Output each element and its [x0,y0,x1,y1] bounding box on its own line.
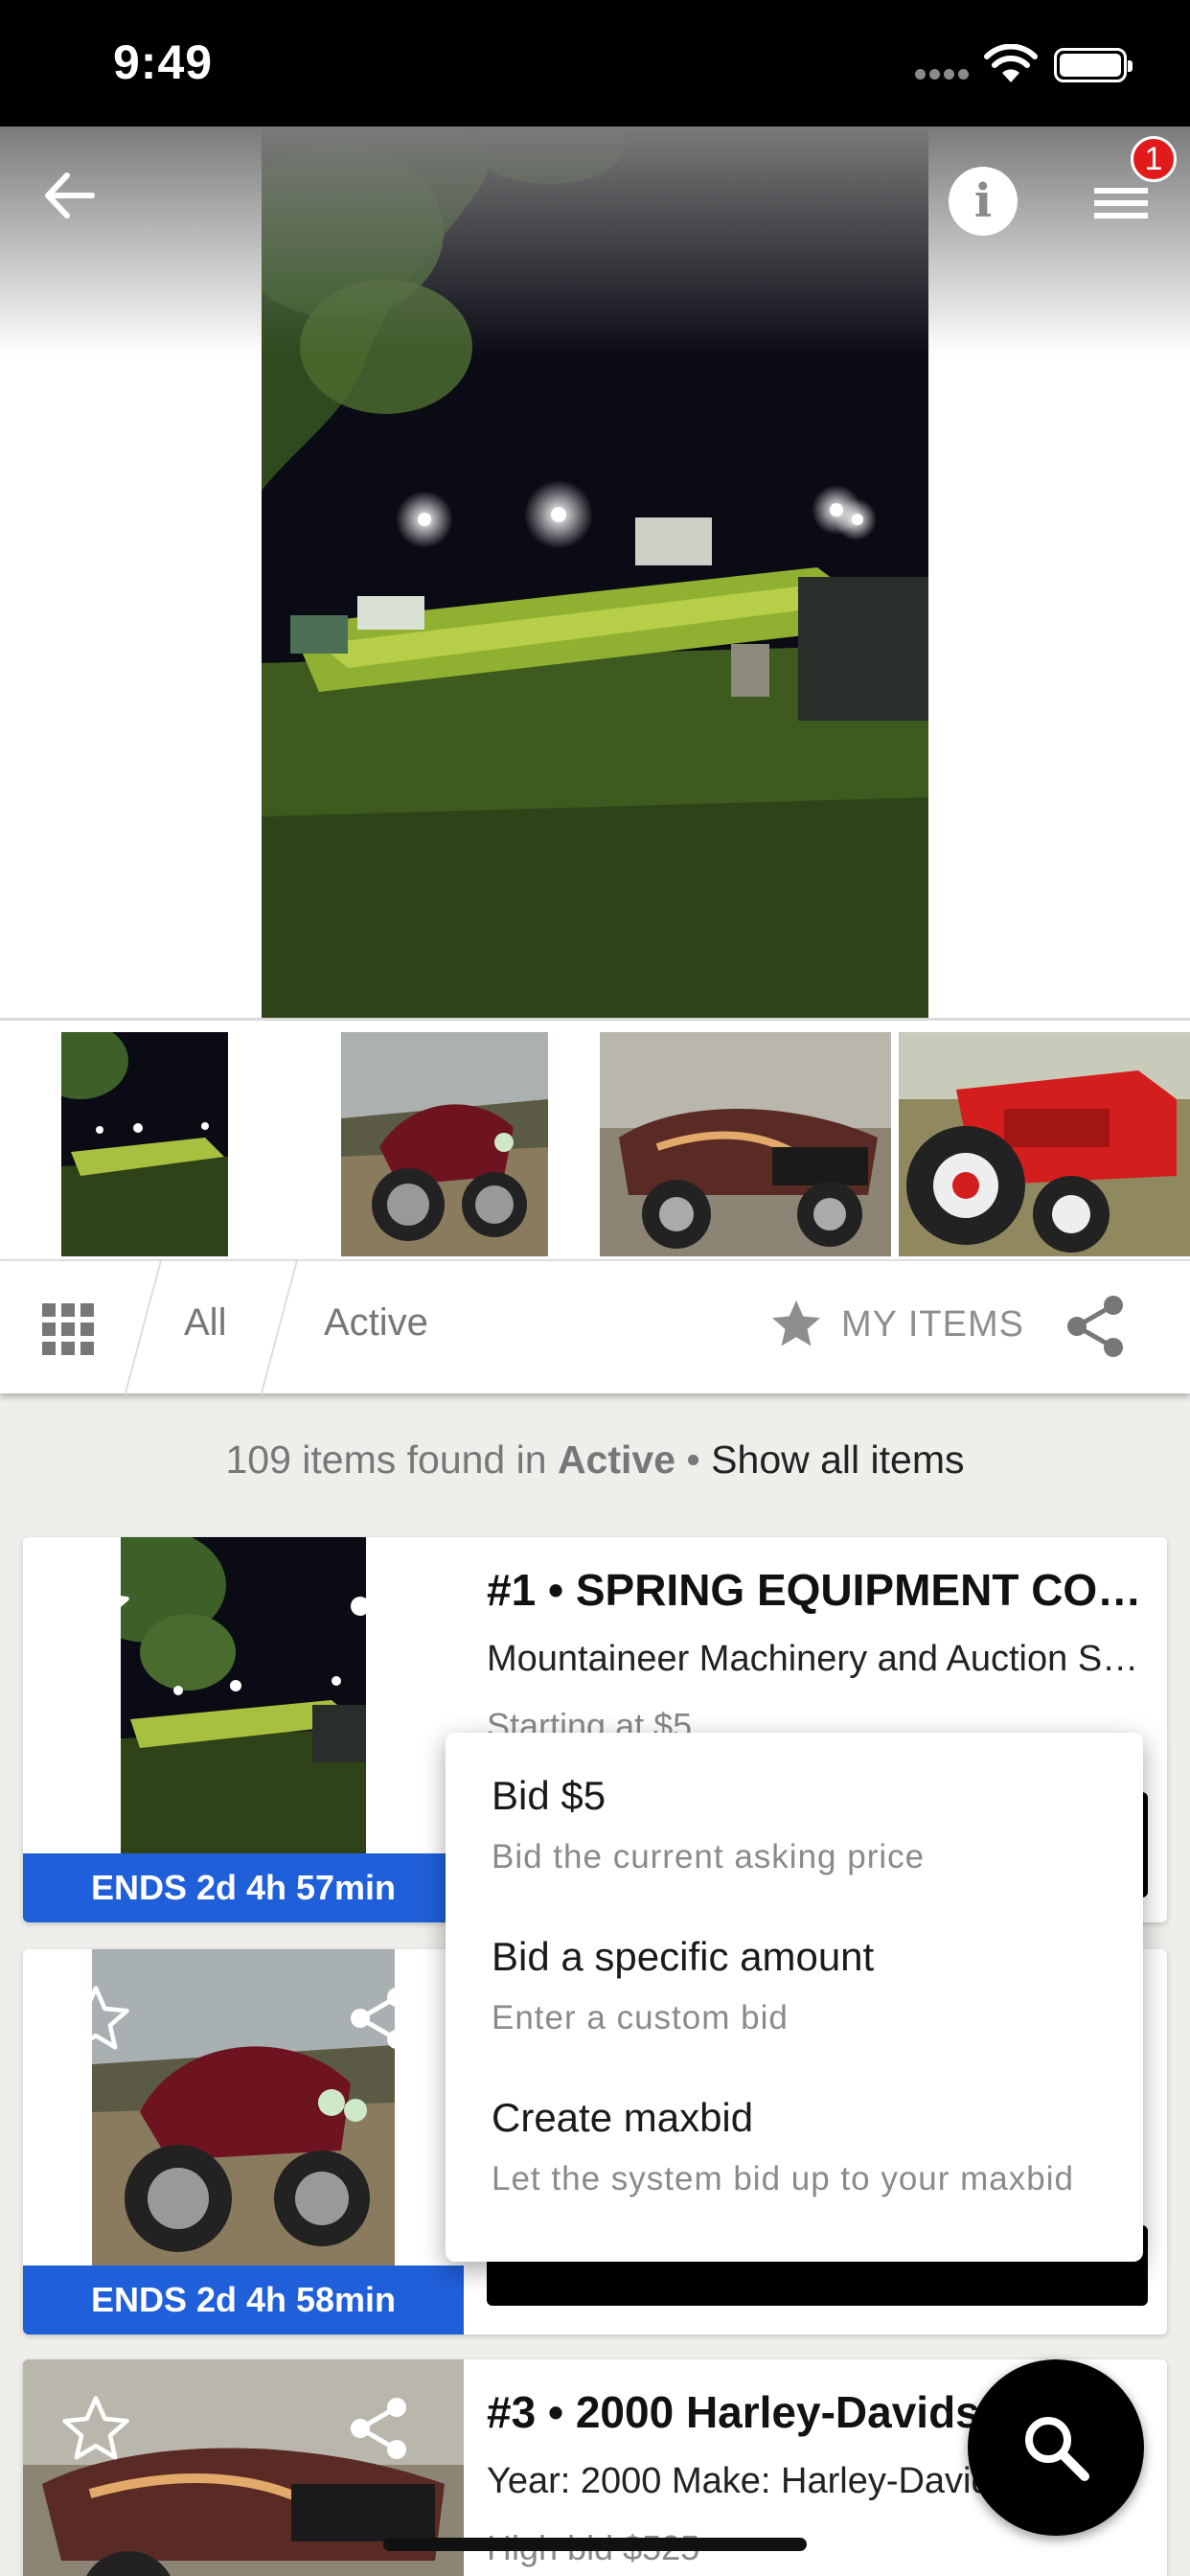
results-summary: 109 items found in Active • Show all ite… [0,1438,1190,1483]
results-count: 109 items found in [225,1438,547,1482]
show-all-items-link[interactable]: Show all items [711,1438,964,1482]
home-indicator[interactable] [383,2538,807,2551]
lot-title[interactable]: #1 • SPRING EQUIPMENT CONSIGNMENT AUCTIO… [487,1564,1148,1616]
lot-list-screen: 9:49 i 1 All Active MY ITEMS 109 items f… [0,0,1190,2576]
menu-item-hint: Let the system bid up to your maxbid [492,2160,1074,2197]
tab-divider [260,1261,298,1395]
my-items-button[interactable]: MY ITEMS [767,1296,1024,1353]
status-bar: 9:49 [0,0,1190,126]
menu-item-hint: Bid the current asking price [492,1838,926,1875]
lot-subtitle: Mountaineer Machinery and Auction Servic… [487,1639,1148,1679]
battery-icon [1054,48,1133,82]
hamburger-menu-icon [1094,188,1148,218]
bid-specific-amount-option[interactable]: Bid a specific amount Enter a custom bid [492,1934,874,2037]
lot-media: ENDS 2d 4h 58min [23,1949,464,2334]
tab-all[interactable]: All [184,1301,226,1345]
create-maxbid-option[interactable]: Create maxbid Let the system bid up to y… [492,2095,1074,2198]
share-icon[interactable] [349,2396,410,2461]
search-icon [1025,2417,1089,2481]
wifi-icon [984,44,1038,82]
share-icon[interactable] [349,1574,410,1639]
share-button[interactable] [1065,1294,1127,1364]
lot-ends-banner: ENDS 2d 4h 57min [23,1853,464,1922]
hero-gallery[interactable]: i [0,126,1190,1114]
tab-divider [124,1261,162,1395]
status-time: 9:49 [113,35,214,89]
notification-badge: 1 [1131,136,1177,182]
tab-active[interactable]: Active [324,1301,428,1345]
menu-item-hint: Enter a custom bid [492,1999,789,2036]
thumbnail-strip [0,1018,1190,1259]
arrow-left-icon [45,172,95,218]
lot-ends-banner: ENDS 2d 4h 58min [23,2266,464,2334]
results-filter: Active [557,1438,675,1482]
lot-photo[interactable] [121,1537,366,1853]
bid-options-menu: Bid $5 Bid the current asking price Bid … [446,1733,1143,2262]
share-icon[interactable] [349,1986,410,2051]
search-fab[interactable] [968,2359,1144,2536]
filter-tab-bar: All Active MY ITEMS [0,1259,1190,1395]
menu-item-label: Create maxbid [492,2095,754,2140]
menu-item-label: Bid $5 [492,1773,606,1818]
lot-media: ENDS 2d 4h 57min [23,1537,464,1922]
star-outline-icon[interactable] [57,1982,134,2057]
summary-separator: • [686,1438,700,1482]
thumbnail-fairgrounds[interactable] [61,1032,228,1256]
info-button[interactable]: i [949,167,1018,236]
grid-view-icon[interactable] [42,1303,94,1355]
share-icon [1067,1296,1123,1357]
thumbnail-motorcycle-flames[interactable] [600,1032,891,1256]
info-icon: i [973,174,993,228]
bid-asking-price-option[interactable]: Bid $5 Bid the current asking price [492,1773,925,1876]
hero-top-gradient [0,126,1190,356]
star-outline-icon[interactable] [57,2392,134,2467]
my-items-label: MY ITEMS [841,1303,1024,1345]
star-outline-icon[interactable] [57,1570,134,1644]
signal-icon [915,67,973,84]
back-button[interactable] [29,155,109,236]
thumbnail-motorcycle-red[interactable] [341,1032,548,1256]
menu-item-label: Bid a specific amount [492,1934,875,1979]
star-filled-icon [772,1300,820,1346]
thumbnail-tractor-red[interactable] [899,1032,1190,1256]
